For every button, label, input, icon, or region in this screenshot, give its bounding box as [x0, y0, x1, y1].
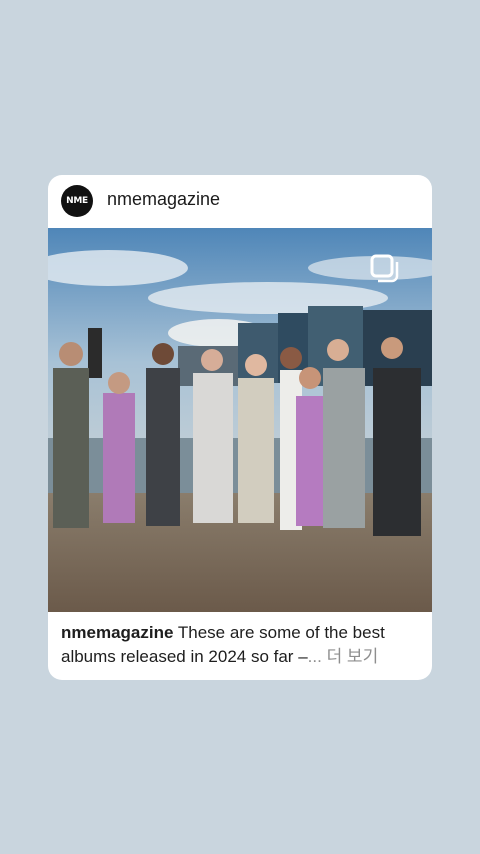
avatar[interactable]: NME	[61, 185, 93, 217]
multiple-images-icon	[370, 254, 399, 283]
post-username[interactable]: nmemagazine	[107, 189, 220, 210]
caption-username[interactable]: nmemagazine	[61, 623, 173, 642]
caption-ellipsis: ...	[307, 647, 322, 666]
post-caption: nmemagazine These are some of the best a…	[61, 621, 423, 669]
post-header: NME nmemagazine	[48, 175, 432, 228]
post-card[interactable]: NME nmemagazine nmemagazine These are so…	[48, 175, 432, 680]
more-link[interactable]: 더 보기	[327, 647, 379, 666]
post-image[interactable]	[48, 228, 432, 612]
